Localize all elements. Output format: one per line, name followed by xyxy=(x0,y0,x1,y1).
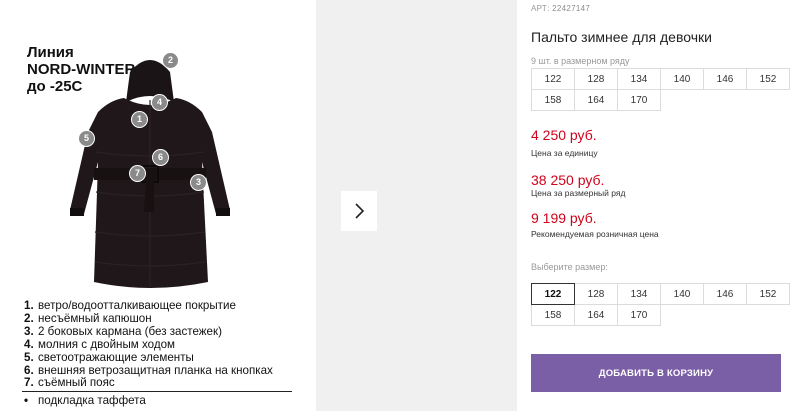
size-option-170[interactable]: 170 xyxy=(617,304,661,326)
pack-price: 38 250 руб. xyxy=(531,172,605,188)
gallery-next-button[interactable] xyxy=(341,191,377,231)
product-image: Линия NORD-WINTER до -25C 2 4 1 5 6 7 3 … xyxy=(0,0,316,411)
pack-size-cell: 128 xyxy=(574,68,618,90)
feature-marker-1: 1 xyxy=(132,112,147,127)
size-option-146[interactable]: 146 xyxy=(703,283,747,305)
feature-marker-2: 2 xyxy=(163,53,178,68)
product-title: Пальто зимнее для девочки xyxy=(531,29,712,45)
feature-list: 1. ветро/водоотталкивающее покрытие 2. нес… xyxy=(24,299,273,390)
pack-size-cell: 164 xyxy=(574,89,618,111)
pack-size-cell: 170 xyxy=(617,89,661,111)
feature-marker-4: 4 xyxy=(152,95,167,110)
chevron-right-icon xyxy=(355,203,365,219)
pack-size-cell: 152 xyxy=(746,68,790,90)
unit-price: 4 250 руб. xyxy=(531,127,597,143)
feature-marker-7: 7 xyxy=(130,166,145,181)
size-option-158[interactable]: 158 xyxy=(531,304,575,326)
pack-size-note: 9 шт. в размерном ряду xyxy=(531,56,630,66)
size-option-152[interactable]: 152 xyxy=(746,283,790,305)
size-option-140[interactable]: 140 xyxy=(660,283,704,305)
add-to-cart-button[interactable]: ДОБАВИТЬ В КОРЗИНУ xyxy=(531,354,781,392)
pack-price-label: Цена за размерный ряд xyxy=(531,188,626,198)
pack-size-cell: 122 xyxy=(531,68,575,90)
feature-divider xyxy=(22,391,292,392)
size-option-164[interactable]: 164 xyxy=(574,304,618,326)
pack-size-cell: 134 xyxy=(617,68,661,90)
size-option-134[interactable]: 134 xyxy=(617,283,661,305)
pack-size-cell: 158 xyxy=(531,89,575,111)
coat-illustration xyxy=(70,60,230,288)
size-option-128[interactable]: 128 xyxy=(574,283,618,305)
retail-price: 9 199 руб. xyxy=(531,210,597,226)
unit-price-label: Цена за единицу xyxy=(531,148,598,158)
feature-item: 7. съёмный пояс xyxy=(24,376,115,390)
choose-size-label: Выберите размер: xyxy=(531,262,608,272)
feature-marker-3: 3 xyxy=(191,175,206,190)
pack-size-grid: 122 128 134 140 146 152 158 164 170 xyxy=(531,68,790,111)
feature-marker-5: 5 xyxy=(79,131,94,146)
pack-size-cell: 146 xyxy=(703,68,747,90)
size-selector: 122 128 134 140 146 152 158 164 170 xyxy=(531,283,790,326)
pack-size-cell: 140 xyxy=(660,68,704,90)
lining-note: • подкладка таффета xyxy=(24,394,146,407)
size-option-122[interactable]: 122 xyxy=(531,283,575,305)
retail-price-label: Рекомендуемая розничная цена xyxy=(531,229,659,239)
feature-marker-6: 6 xyxy=(153,150,168,165)
article-number: АРТ: 22427147 xyxy=(531,4,591,13)
